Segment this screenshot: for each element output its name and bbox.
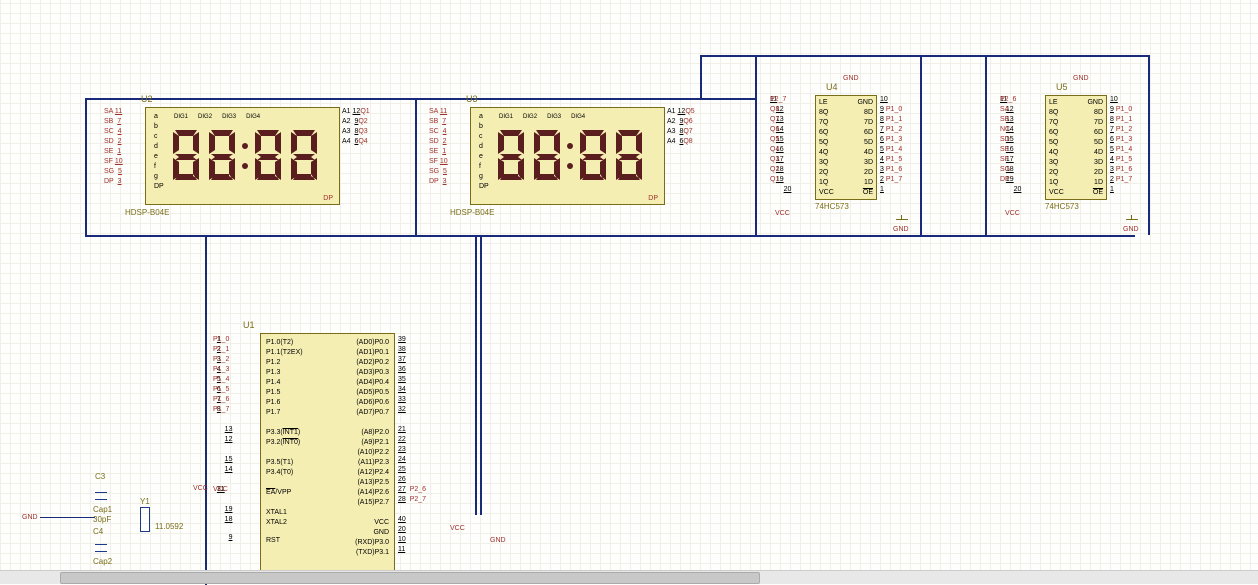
ref-u2: U2: [141, 94, 153, 104]
wire: [985, 55, 987, 235]
wire: [755, 55, 757, 235]
wire: [920, 55, 922, 235]
u3-left-nets: SA 11SB 7SC 4SD 2 SE 1SF 10SG 5DP 3: [429, 107, 448, 187]
schematic-grid: [0, 0, 1258, 584]
part-u3: HDSP-B04E: [450, 208, 494, 217]
part-u2: HDSP-B04E: [125, 208, 169, 217]
part-u4: 74HC573: [815, 202, 849, 211]
part-u5: 74HC573: [1045, 202, 1079, 211]
component-u5: U5 LE8Q7Q6Q5Q4Q3Q2Q1QVCC GND8D7D6D5D4D3D…: [1045, 95, 1107, 200]
gnd-symbol: [895, 215, 909, 225]
u4-left: P2_7 11Q8 12Q7 13 Q6 14Q5 15Q4 16 Q3 17Q…: [770, 95, 791, 195]
u2-right-nets: A1 12 Q1 A2 9 Q2 A3 8 Q3 A4 6 Q4: [342, 107, 360, 147]
u3-right-nets: A1 12 Q5 A2 9 Q6 A3 8 Q7 A4 6 Q8: [667, 107, 685, 147]
wire: [85, 100, 87, 237]
wire: [205, 235, 207, 585]
wire: [85, 235, 425, 237]
ref-u5: U5: [1056, 82, 1068, 92]
wire: [1148, 55, 1150, 235]
wire: [85, 98, 425, 100]
wire: [475, 235, 477, 515]
wire: [700, 55, 1150, 57]
wire: [415, 100, 417, 237]
u1-left-pins: P1_0 1P1_1 2P1_2 3 P1_3 4P1_4 5P1_5 6 P1…: [213, 335, 232, 543]
u4-right: 109 P1_08 P1_1 7 P1_26 P1_35 P1_4 4 P1_5…: [880, 95, 888, 195]
seven-seg-display: [496, 128, 656, 188]
u2-left-nets: SA 11SB 7SC 4SD 2 SE 1SF 10SG 5DP 3: [104, 107, 123, 187]
wire: [700, 55, 702, 100]
u1-right-pins: 3938373635343332 21222324252627 P2_628 P…: [398, 335, 410, 555]
u5-right: 109 P1_08 P1_1 7 P1_26 P1_35 P1_4 4 P1_5…: [1110, 95, 1118, 195]
ref-u1: U1: [243, 320, 255, 330]
component-u3: U3 abcdefgDP DIG1 DIG2 DIG3 DIG4 DP: [470, 107, 665, 205]
gnd-symbol: [1125, 215, 1139, 225]
component-u2: U2 abcdefgDP DIG1 DIG2 DIG3 DIG4: [145, 107, 340, 205]
component-u1: U1 P1.0(T2)P1.1(T2EX)P1.2P1.3P1.4P1.5P1.…: [260, 333, 395, 583]
horizontal-scrollbar[interactable]: [0, 570, 1258, 584]
wire: [415, 235, 1135, 237]
ref-u4: U4: [826, 82, 838, 92]
ref-u3: U3: [466, 94, 478, 104]
wire: [480, 235, 482, 515]
component-u4: U4 LE8Q7Q6Q5Q4Q3Q2Q1QVCC GND8D7D6D5D4D3D…: [815, 95, 877, 200]
seven-seg-display: [171, 128, 331, 188]
u5-left: P2_6 11SA 12SB 13 NC 14SD 15SE 16 SF 17S…: [1000, 95, 1021, 195]
scrollbar-thumb[interactable]: [60, 572, 760, 584]
